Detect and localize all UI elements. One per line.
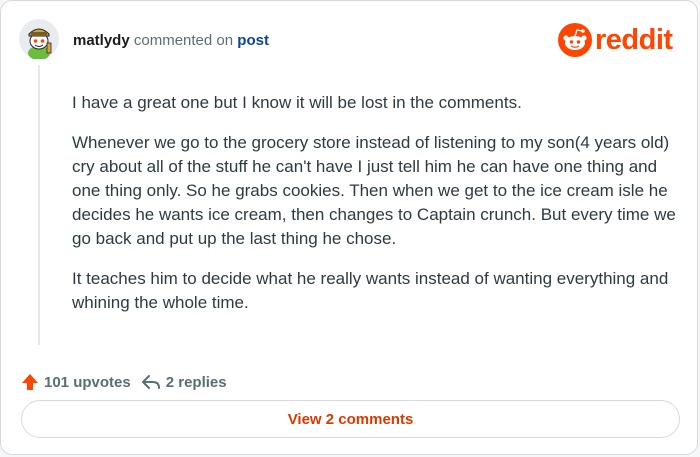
upvotes-count[interactable]: 101 upvotes — [44, 374, 131, 391]
upvote-arrow-icon[interactable] — [21, 373, 39, 391]
comment-card: matlydy commented on post reddit I have … — [0, 0, 698, 455]
snoo-avatar-icon[interactable] — [19, 19, 59, 60]
comment-paragraph: It teaches him to decide what he really … — [72, 269, 669, 312]
comment-body: I have a great one but I know it will be… — [72, 91, 682, 331]
comment-footer: 101 upvotes 2 replies — [21, 372, 227, 392]
reddit-logo[interactable]: reddit — [557, 21, 673, 59]
reddit-wordmark: reddit — [595, 24, 673, 56]
action-text: commented on — [133, 32, 234, 49]
view-comments-button[interactable]: View 2 comments — [21, 400, 680, 438]
comment-paragraph: I have a great one but I know it will be… — [72, 93, 522, 112]
reddit-alien-icon — [558, 23, 592, 57]
username[interactable]: matlydy — [73, 32, 130, 49]
thread-line[interactable] — [38, 65, 40, 345]
view-comments-label: View 2 comments — [287, 410, 414, 428]
comment-header: matlydy commented on post — [73, 32, 269, 50]
post-link[interactable]: post — [237, 32, 269, 49]
replies-count[interactable]: 2 replies — [166, 374, 227, 391]
reply-arrow-icon[interactable] — [141, 373, 161, 391]
comment-paragraph: Whenever we go to the grocery store inst… — [72, 133, 676, 248]
